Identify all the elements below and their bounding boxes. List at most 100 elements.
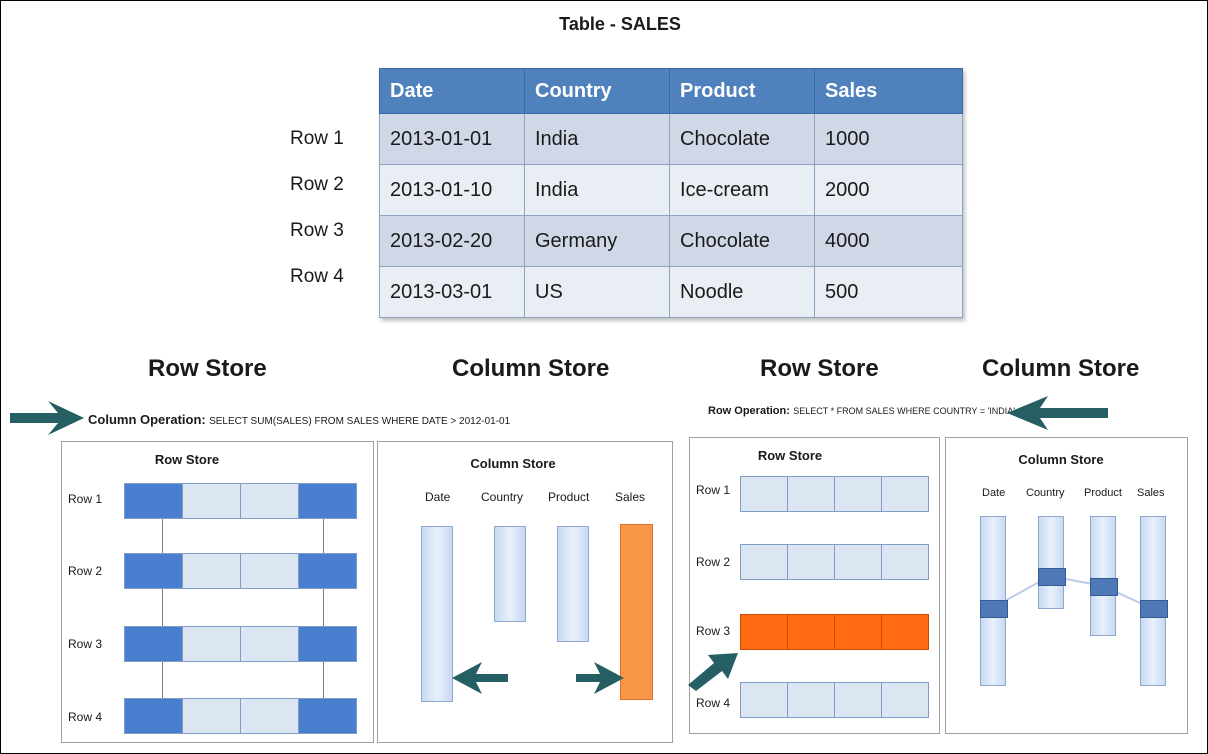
row-label: Row 1 — [696, 483, 731, 497]
table-row: 2013-03-01 US Noodle 500 — [379, 266, 963, 318]
row-label: Row 2 — [696, 555, 731, 569]
arrow-left-icon — [1007, 396, 1108, 430]
table-cell: US — [524, 266, 670, 318]
row-store-cell — [182, 553, 241, 589]
highlight-cell — [1038, 568, 1066, 586]
right-column-store-heading: Column Store — [982, 355, 1140, 382]
row-store-cell — [124, 553, 183, 589]
left-column-store-heading: Column Store — [452, 355, 610, 382]
table-row: 2013-01-01 India Chocolate 1000 — [379, 113, 963, 165]
row-store-cell — [298, 698, 357, 734]
table-cell: India — [524, 164, 670, 216]
row-store-cell — [124, 626, 183, 662]
row-label: Row 1 — [68, 492, 103, 506]
row-store-cell — [298, 483, 357, 519]
row-operation-query: SELECT * FROM SALES WHERE COUNTRY = 'IND… — [793, 406, 1015, 416]
column-store-panel-column-op: Column Store Date Country Product Sales — [377, 441, 673, 743]
row-store-cell — [834, 544, 882, 580]
table-cell: Chocolate — [669, 113, 815, 165]
arrow-up-right-icon — [688, 653, 738, 691]
row-store-cell — [182, 626, 241, 662]
row-operation: Row Operation: SELECT * FROM SALES WHERE… — [708, 403, 1015, 417]
row-store-cell — [787, 614, 835, 650]
row-store-cell — [834, 614, 882, 650]
column-bar-product — [1090, 516, 1116, 636]
table-cell: 2013-01-01 — [379, 113, 525, 165]
row-store-cell — [881, 682, 929, 718]
header-sales: Sales — [814, 68, 963, 114]
connector-line — [162, 497, 163, 722]
table-title: Table - SALES — [559, 14, 681, 34]
row-store-cell — [298, 553, 357, 589]
highlight-cell — [980, 600, 1008, 618]
table-cell: 500 — [814, 266, 963, 318]
row-label: Row 3 — [696, 624, 731, 638]
arrow-right-icon — [576, 662, 624, 694]
header-country: Country — [524, 68, 670, 114]
right-row-store-heading: Row Store — [760, 355, 879, 382]
highlight-cell — [1140, 600, 1168, 618]
row-operation-label: Row Operation: — [708, 405, 790, 417]
column-operation-label: Column Operation: — [88, 412, 206, 427]
row-store-cell — [240, 483, 299, 519]
column-label: Country — [481, 490, 524, 504]
row-label: Row 3 — [290, 220, 344, 241]
row-store-panel-row-op: Row Store Row 1 Row 2 Row 3 Row 4 — [688, 437, 940, 734]
table-cell: 2000 — [814, 164, 963, 216]
table-row: 2013-02-20 Germany Chocolate 4000 — [379, 215, 963, 267]
column-bar-country — [1038, 516, 1064, 609]
row-store-cell — [182, 698, 241, 734]
row-store-cell — [124, 698, 183, 734]
row-store-cell — [881, 476, 929, 512]
table-cell: 2013-01-10 — [379, 164, 525, 216]
column-bar-country — [494, 526, 526, 622]
arrow-left-icon — [452, 662, 508, 694]
row-store-cell — [834, 476, 882, 512]
table-cell: 4000 — [814, 215, 963, 267]
column-label: Date — [425, 490, 451, 504]
row-store-cell — [787, 476, 835, 512]
row-label: Row 2 — [290, 174, 344, 195]
table-row: 2013-01-10 India Ice-cream 2000 — [379, 164, 963, 216]
row-store-cell — [881, 614, 929, 650]
row-store-cell — [787, 544, 835, 580]
row-store-cell — [881, 544, 929, 580]
column-bar-product — [557, 526, 589, 642]
row-label: Row 2 — [68, 564, 103, 578]
panel-title: Column Store — [470, 456, 556, 471]
column-store-panel-row-op: Column Store Date Country Product Sales — [945, 437, 1188, 734]
row-label: Row 1 — [290, 128, 344, 149]
connector-line — [323, 497, 324, 722]
table-cell: India — [524, 113, 670, 165]
table-header-row: Date Country Product Sales — [379, 68, 963, 114]
row-label: Row 3 — [68, 637, 103, 651]
header-date: Date — [379, 68, 525, 114]
left-row-store-heading: Row Store — [148, 355, 267, 382]
row-store-cell — [740, 476, 788, 512]
table-cell: Noodle — [669, 266, 815, 318]
row-store-cell — [787, 682, 835, 718]
row-store-cell — [182, 483, 241, 519]
row-label: Row 4 — [290, 266, 344, 287]
table-cell: Germany — [524, 215, 670, 267]
table-cell: 1000 — [814, 113, 963, 165]
row-store-cell — [240, 698, 299, 734]
column-bar-date — [421, 526, 453, 702]
column-label: Sales — [615, 490, 646, 504]
row-store-cell — [240, 553, 299, 589]
row-store-cell — [834, 682, 882, 718]
column-operation-query: SELECT SUM(SALES) FROM SALES WHERE DATE … — [209, 416, 511, 427]
table-cell: 2013-02-20 — [379, 215, 525, 267]
table-cell: Ice-cream — [669, 164, 815, 216]
row-store-panel-column-op: Row Store Row 1 Row 2 Row 3 Row 4 — [61, 441, 374, 743]
row-label: Row 4 — [68, 710, 103, 724]
row-store-cell — [740, 682, 788, 718]
arrow-right-icon — [10, 401, 84, 435]
panel-title: Row Store — [154, 452, 220, 467]
row-store-cell — [298, 626, 357, 662]
column-operation: Column Operation: SELECT SUM(SALES) FROM… — [88, 412, 510, 427]
table-cell: 2013-03-01 — [379, 266, 525, 318]
row-store-cell — [740, 544, 788, 580]
table-cell: Chocolate — [669, 215, 815, 267]
column-label: Product — [548, 490, 590, 504]
